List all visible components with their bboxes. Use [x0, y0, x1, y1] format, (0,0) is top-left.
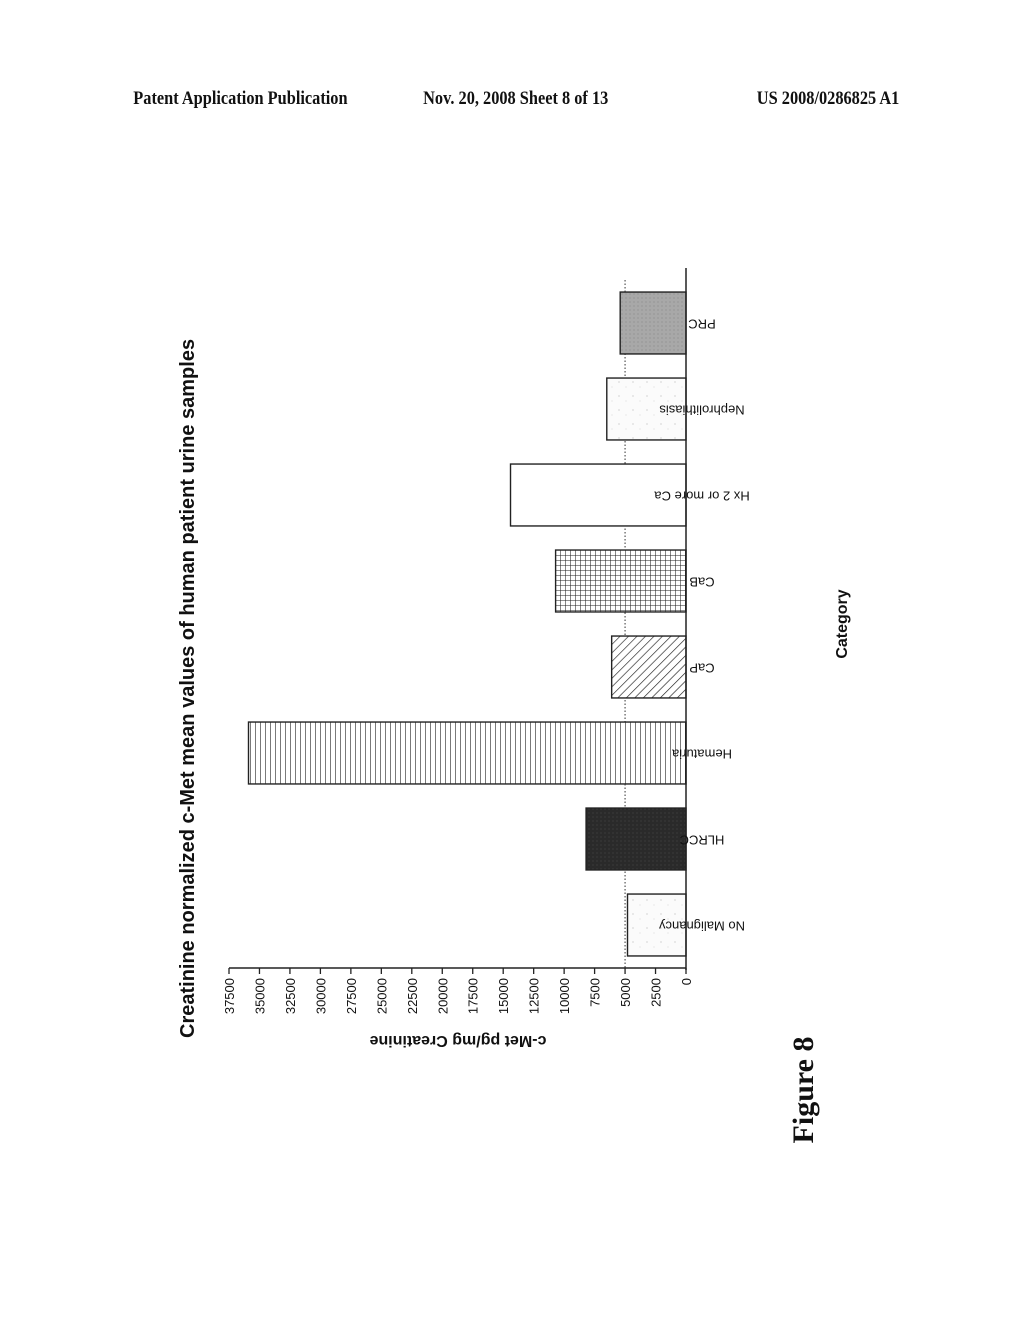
y-tick-label: 2500	[649, 978, 664, 1007]
category-label: No Malignancy	[659, 919, 745, 934]
y-tick-label: 20000	[435, 978, 450, 1014]
bar-hematuria	[247, 721, 687, 785]
y-tick-label: 25000	[374, 978, 389, 1014]
y-tick-label: 10000	[557, 978, 572, 1014]
y-tick-label: 0	[679, 978, 694, 985]
y-tick-label: 15000	[496, 978, 511, 1014]
category-label: Hematuria	[671, 747, 732, 762]
y-tick-label: 5000	[618, 978, 633, 1007]
category-label: HLRCC	[680, 833, 725, 848]
category-label: PRC	[688, 317, 715, 332]
category-label: Nephrolithiasis	[659, 403, 745, 418]
bar-cap	[610, 635, 687, 699]
y-tick-label: 17500	[466, 978, 481, 1014]
bar-chart: 0 2500 5000 7500 10000 12500 15000 17500 20000 22…	[177, 268, 851, 1144]
y-axis-label: c-Met pg/mg Creatinine	[369, 1032, 546, 1049]
y-tick-label: 7500	[588, 978, 603, 1007]
category-label: Hx 2 or more Ca	[654, 489, 750, 504]
category-label: CaP	[689, 661, 714, 676]
bar-prc	[619, 291, 687, 355]
figure-label: Figure 8	[787, 1037, 820, 1144]
bar-hlrcc	[585, 807, 687, 871]
y-tick-label: 30000	[313, 978, 328, 1014]
y-tick-label: 35000	[252, 978, 267, 1014]
chart-title: Creatinine normalized c-Met mean values …	[177, 339, 199, 1038]
y-tick-label: 22500	[405, 978, 420, 1014]
y-tick-label: 12500	[527, 978, 542, 1014]
y-tick-label: 32500	[283, 978, 298, 1014]
y-tick-label: 37500	[222, 978, 237, 1014]
bar-cab	[554, 549, 687, 613]
category-label: CaB	[689, 575, 714, 590]
x-axis-label: Category	[834, 589, 851, 658]
y-tick-label: 27500	[344, 978, 359, 1014]
